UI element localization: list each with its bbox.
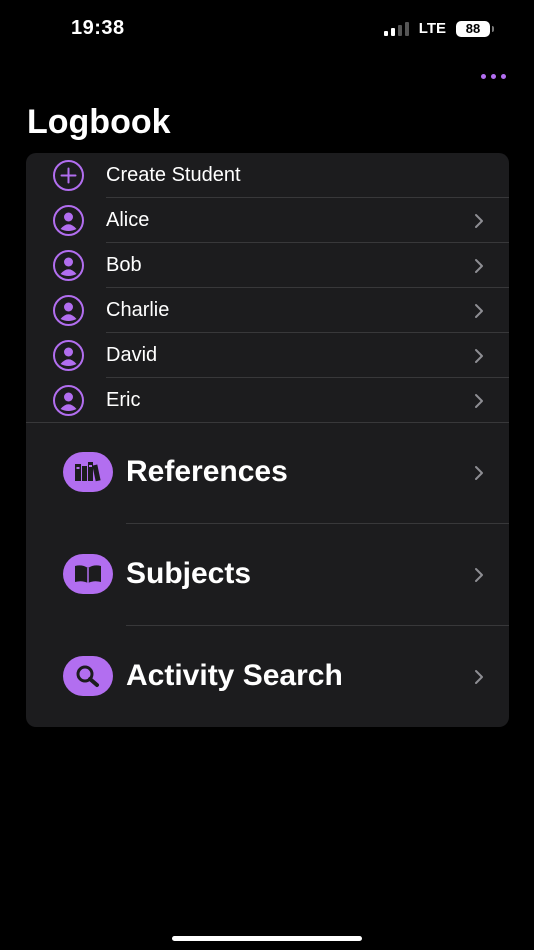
chevron-right-icon (475, 393, 483, 408)
person-circle-icon (53, 295, 84, 326)
open-book-icon (63, 554, 113, 594)
student-name: Alice (106, 209, 150, 231)
subjects-label: Subjects (126, 557, 252, 590)
references-label: References (126, 455, 288, 488)
student-row-bob[interactable]: Bob (26, 243, 509, 288)
create-student-button[interactable]: Create Student (26, 153, 509, 198)
network-type: LTE (418, 20, 446, 37)
student-name: David (106, 344, 158, 366)
person-circle-icon (53, 250, 84, 281)
chevron-right-icon (475, 466, 483, 480)
ellipsis-icon (481, 74, 486, 79)
subjects-row[interactable]: Subjects (26, 524, 509, 626)
create-student-label: Create Student (106, 164, 241, 186)
chevron-right-icon (475, 213, 483, 228)
status-indicators: LTE 88 (383, 20, 494, 37)
cellular-signal-icon (383, 21, 409, 36)
student-row-charlie[interactable]: Charlie (26, 288, 509, 333)
references-row[interactable]: References (26, 422, 509, 524)
student-row-eric[interactable]: Eric (26, 378, 509, 423)
battery-icon: 88 (456, 20, 494, 37)
student-name: Charlie (106, 299, 170, 321)
books-icon (63, 452, 113, 492)
magnifier-icon (63, 656, 113, 696)
chevron-right-icon (475, 348, 483, 363)
student-name: Bob (106, 254, 142, 276)
chevron-right-icon (475, 303, 483, 318)
activity-search-label: Activity Search (126, 659, 343, 692)
chevron-right-icon (475, 258, 483, 273)
plus-circle-icon (53, 160, 84, 191)
student-row-alice[interactable]: Alice (26, 198, 509, 243)
status-time: 19:38 (71, 17, 125, 39)
student-name: Eric (106, 389, 141, 411)
battery-level: 88 (465, 21, 481, 36)
activity-search-row[interactable]: Activity Search (26, 626, 509, 727)
chevron-right-icon (475, 670, 483, 684)
person-circle-icon (53, 385, 84, 416)
logbook-card: Create Student Alice Bob Charlie David E… (26, 153, 509, 727)
chevron-right-icon (475, 568, 483, 582)
person-circle-icon (53, 205, 84, 236)
home-indicator[interactable] (172, 936, 362, 941)
more-options-button[interactable] (481, 70, 506, 83)
page-title: Logbook (27, 103, 171, 141)
person-circle-icon (53, 340, 84, 371)
student-row-david[interactable]: David (26, 333, 509, 378)
